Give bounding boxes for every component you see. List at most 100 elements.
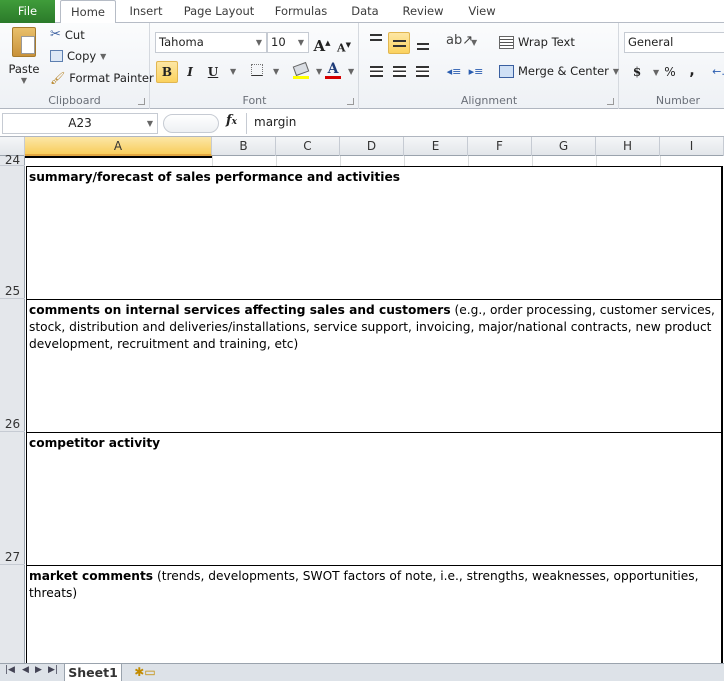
font-name-value: Tahoma [159,35,204,49]
column-header-c[interactable]: C [276,137,340,156]
format-painter-button[interactable]: 🖌 Format Painter [50,71,154,85]
scissors-icon: ✂ [50,27,61,42]
borders-button[interactable] [247,62,267,82]
bold-icon: B [161,65,173,79]
middle-align-button[interactable] [388,32,410,54]
font-size-select[interactable]: 10 ▼ [267,32,309,53]
merge-center-icon [499,64,514,78]
column-header-h[interactable]: H [596,137,660,156]
currency-dropdown-icon[interactable]: ▼ [653,68,659,77]
align-left-button[interactable] [366,62,386,82]
align-right-button[interactable] [412,62,432,82]
merged-cell-row-25[interactable]: summary/forecast of sales performance an… [26,166,723,300]
tab-formulas[interactable]: Formulas [268,0,334,23]
column-header-e[interactable]: E [404,137,468,156]
tab-insert[interactable]: Insert [122,0,170,23]
tab-home[interactable]: Home [60,0,116,24]
formula-bar-resize-handle[interactable] [163,114,219,133]
underline-dropdown-icon[interactable]: ▼ [230,67,236,76]
underline-icon: U [207,65,219,79]
merged-cell-row-28[interactable]: market comments (trends, developments, S… [26,565,723,663]
insert-function-icon[interactable]: fx [226,113,237,128]
wrap-text-button[interactable]: Wrap Text [499,35,575,49]
percent-button[interactable]: % [660,62,680,82]
sheet-tab-sheet1[interactable]: Sheet1 [64,664,122,681]
merged-cell-row-26[interactable]: comments on internal services affecting … [26,299,723,433]
merge-center-button[interactable]: Merge & Center ▼ [499,64,619,78]
row-header-24[interactable]: 24 [0,154,25,166]
alignment-launcher-icon[interactable] [607,98,614,105]
bold-button[interactable]: B [156,61,178,83]
worksheet-grid[interactable]: summary/forecast of sales performance an… [25,156,724,663]
row-header-27[interactable]: 27 [0,432,25,565]
orientation-dropdown-icon[interactable]: ▼ [471,38,477,47]
align-right-icon [416,66,429,77]
borders-dropdown-icon[interactable]: ▼ [273,67,279,76]
merge-center-dropdown-icon: ▼ [612,66,620,76]
number-format-select[interactable]: General [624,32,724,53]
row-header-28[interactable] [0,565,25,663]
font-launcher-icon[interactable] [347,98,354,105]
row-header-25[interactable]: 25 [0,166,25,299]
copy-button[interactable]: Copy ▼ [50,49,106,63]
column-header-f[interactable]: F [468,137,532,156]
paste-button[interactable]: Paste ▼ [6,27,42,85]
tab-file[interactable]: File [0,0,55,23]
align-center-button[interactable] [389,62,409,82]
column-headers: A B C D E F G H I [0,137,724,156]
shrink-font-icon: A [337,41,346,55]
tab-view[interactable]: View [460,0,504,23]
column-header-b[interactable]: B [212,137,276,156]
fill-color-button[interactable] [291,60,311,80]
orientation-button[interactable]: ab↗ [446,31,473,51]
font-color-dropdown-icon[interactable]: ▼ [348,67,354,76]
next-sheet-icon[interactable]: ▶ [35,665,42,675]
column-header-g[interactable]: G [532,137,596,156]
prev-sheet-icon[interactable]: ◀ [22,665,29,675]
tab-data[interactable]: Data [343,0,387,23]
alignment-group: ab↗ ▼ ◂≡ ▸≡ Wrap Text Merge & Center ▼ A… [360,23,619,109]
increase-decimal-button[interactable]: ←.0 [712,62,724,82]
name-box-dropdown-icon[interactable]: ▼ [147,114,153,133]
italic-button[interactable]: I [180,62,200,82]
tab-page-layout[interactable]: Page Layout [180,0,258,23]
grow-font-button[interactable]: A▲ [312,33,332,55]
tab-review[interactable]: Review [396,0,450,23]
top-align-button[interactable] [366,31,386,51]
decrease-indent-button[interactable]: ◂≡ [444,62,464,82]
gridline [212,156,213,166]
number-group: General $ ▼ % , ←.0 Number [620,23,724,109]
orientation-icon: ab↗ [446,33,474,48]
currency-button[interactable]: $ [627,62,647,82]
merged-cell-row-27[interactable]: competitor activity [26,432,723,566]
increase-indent-button[interactable]: ▸≡ [466,62,486,82]
comma-button[interactable]: , [682,61,702,81]
ribbon: Paste ▼ ✂ Cut Copy ▼ 🖌 Format Painter Cl… [0,23,724,109]
gridline [532,156,533,166]
clipboard-launcher-icon[interactable] [138,98,145,105]
font-color-button[interactable]: A [323,59,343,79]
column-header-a[interactable]: A [25,137,212,156]
first-sheet-icon[interactable]: |◀ [5,665,15,675]
name-box[interactable]: A23 ▼ [2,113,158,134]
formula-input[interactable]: margin [246,113,724,134]
copy-dropdown-icon: ▼ [100,51,107,61]
currency-icon: $ [632,65,642,79]
name-box-value: A23 [68,116,92,130]
formula-bar: A23 ▼ fx margin [0,110,724,137]
column-header-d[interactable]: D [340,137,404,156]
font-name-select[interactable]: Tahoma ▼ [155,32,267,53]
row-24-cell-a[interactable] [25,156,212,158]
cut-button[interactable]: ✂ Cut [50,27,85,42]
column-header-i[interactable]: I [660,137,724,156]
fill-color-dropdown-icon[interactable]: ▼ [316,67,322,76]
shrink-font-button[interactable]: A▼ [334,35,354,55]
insert-worksheet-icon[interactable]: ✱▭ [128,665,162,680]
bottom-align-button[interactable] [413,33,433,53]
clipboard-group: Paste ▼ ✂ Cut Copy ▼ 🖌 Format Painter Cl… [0,23,154,109]
sheet-tab-bar: |◀ ◀ ▶ ▶| Sheet1 ✱▭ [0,663,724,681]
row-header-26[interactable]: 26 [0,299,25,432]
underline-button[interactable]: U [203,62,223,82]
last-sheet-icon[interactable]: ▶| [48,665,58,675]
gridline [468,156,469,166]
